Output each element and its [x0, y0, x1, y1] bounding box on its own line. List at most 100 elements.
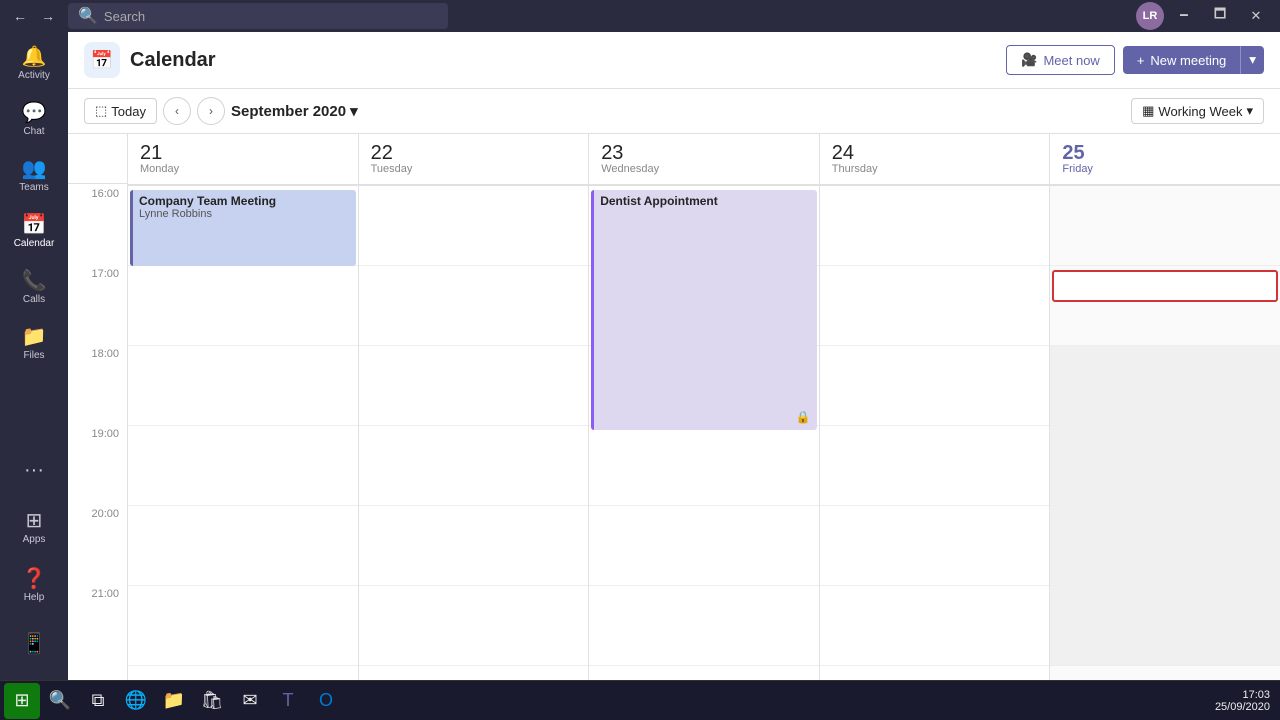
teams-icon: 👥 [22, 159, 47, 179]
taskbar: ⊞ 🔍 ⧉ 🌐 📁 🛍 ✉ T O 17:0325/09/2020 [0, 680, 1280, 720]
new-meeting-button[interactable]: + New meeting [1123, 46, 1240, 74]
day-col-wednesday[interactable]: Dentist Appointment 🔒 [589, 186, 820, 680]
sidebar-item-calendar-label: Calendar [14, 238, 55, 249]
current-time-indicator [1052, 270, 1278, 302]
today-button[interactable]: ⬚ Today [84, 98, 157, 124]
calendar-grid: 16:00 17:00 18:00 19:00 20:00 21:00 21 M… [68, 134, 1280, 680]
event-title: Dentist Appointment [600, 194, 811, 208]
taskbar-time: 17:0325/09/2020 [1209, 689, 1276, 713]
taskbar-store-button[interactable]: 🛍 [194, 683, 230, 719]
prev-week-button[interactable]: ‹ [163, 97, 191, 125]
time-slot-1800: 18:00 [68, 344, 127, 424]
back-button[interactable]: ← [8, 4, 32, 28]
today-label: Today [111, 104, 146, 119]
tuesday-row-1700 [359, 266, 589, 346]
view-mode-icon: ▦ [1142, 103, 1154, 119]
sidebar-item-teams[interactable]: 👥 Teams [6, 148, 62, 204]
thursday-row-1800 [820, 346, 1050, 426]
day-col-monday[interactable]: Company Team Meeting Lynne Robbins [128, 186, 359, 680]
title-bar-nav: ← → [8, 4, 60, 28]
thursday-row-1900 [820, 426, 1050, 506]
taskbar-mail-button[interactable]: ✉ [232, 683, 268, 719]
sidebar-item-chat[interactable]: 💬 Chat [6, 92, 62, 148]
taskbar-edge-button[interactable]: 🌐 [118, 683, 154, 719]
days-header: 21 Monday 22 Tuesday 23 Wednesday 24 Thu… [128, 134, 1280, 186]
sidebar-item-files[interactable]: 📁 Files [6, 316, 62, 372]
sidebar-item-teams-label: Teams [19, 182, 48, 193]
search-input[interactable] [104, 9, 438, 24]
sidebar-item-calls[interactable]: 📞 Calls [6, 260, 62, 316]
day-num-23: 23 [601, 143, 623, 163]
new-meeting-label: New meeting [1150, 53, 1226, 68]
taskbar-right: 17:0325/09/2020 [1209, 689, 1276, 713]
sidebar: 🔔 Activity 💬 Chat 👥 Teams 📅 Calendar 📞 C… [0, 32, 68, 680]
title-bar-right: LR 🗕 🗖 ✕ [1136, 2, 1272, 30]
event-company-team-meeting[interactable]: Company Team Meeting Lynne Robbins [130, 190, 356, 266]
view-mode-label: Working Week [1158, 104, 1242, 119]
day-col-friday[interactable] [1050, 186, 1280, 680]
sidebar-item-more[interactable]: ··· [6, 442, 62, 498]
wednesday-row-1900 [589, 426, 819, 506]
thursday-row-2100 [820, 586, 1050, 666]
calendar-nav-left: ⬚ Today ‹ › September 2020 ▾ [84, 97, 358, 125]
maximize-button[interactable]: 🗖 [1204, 4, 1236, 28]
sidebar-item-apps[interactable]: ⊞ Apps [6, 500, 62, 556]
month-label[interactable]: September 2020 ▾ [231, 102, 358, 120]
monday-row-1700 [128, 266, 358, 346]
title-bar: ← → 🔍 LR 🗕 🗖 ✕ [0, 0, 1280, 32]
calls-icon: 📞 [22, 271, 47, 291]
view-mode-button[interactable]: ▦ Working Week ▾ [1131, 98, 1264, 124]
day-header-thursday: 24 Thursday [820, 134, 1051, 184]
sidebar-item-help[interactable]: ❓ Help [6, 558, 62, 614]
sidebar-item-files-label: Files [23, 350, 44, 361]
thursday-row-2000 [820, 506, 1050, 586]
time-slot-1700: 17:00 [68, 264, 127, 344]
search-bar[interactable]: 🔍 [68, 3, 448, 29]
sidebar-item-activity-label: Activity [18, 70, 50, 81]
event-dentist-appointment[interactable]: Dentist Appointment 🔒 [591, 190, 817, 430]
lock-icon: 🔒 [796, 410, 811, 424]
day-name-thursday: Thursday [832, 163, 878, 175]
monday-row-2100 [128, 586, 358, 666]
close-button[interactable]: ✕ [1240, 4, 1272, 28]
sidebar-item-chat-label: Chat [23, 126, 44, 137]
taskbar-outlook-button[interactable]: O [308, 683, 344, 719]
day-num-24: 24 [832, 143, 854, 163]
apps-icon: ⊞ [26, 511, 43, 531]
title-bar-left: ← → 🔍 [8, 3, 448, 29]
taskbar-search-button[interactable]: 🔍 [42, 683, 78, 719]
time-slot-1600: 16:00 [68, 184, 127, 264]
avatar[interactable]: LR [1136, 2, 1164, 30]
wednesday-row-2100 [589, 586, 819, 666]
files-icon: 📁 [22, 327, 47, 347]
friday-row-2000 [1050, 506, 1280, 586]
calendar-header-left: 📅 Calendar [84, 42, 216, 78]
sidebar-item-mobile[interactable]: 📱 [6, 616, 62, 672]
page-title: Calendar [130, 49, 216, 72]
monday-row-1800 [128, 346, 358, 426]
new-meeting-arrow-button[interactable]: ▾ [1240, 46, 1264, 74]
mobile-icon: 📱 [22, 634, 47, 654]
main-content: 📅 Calendar 🎥 Meet now + New meeting ▾ [68, 32, 1280, 680]
forward-button[interactable]: → [36, 4, 60, 28]
app-body: 🔔 Activity 💬 Chat 👥 Teams 📅 Calendar 📞 C… [0, 32, 1280, 680]
sidebar-item-calendar[interactable]: 📅 Calendar [6, 204, 62, 260]
taskbar-files-button[interactable]: 📁 [156, 683, 192, 719]
monday-row-2000 [128, 506, 358, 586]
days-body: Company Team Meeting Lynne Robbins [128, 186, 1280, 680]
start-button[interactable]: ⊞ [4, 683, 40, 719]
taskbar-teams-button[interactable]: T [270, 683, 306, 719]
sidebar-item-activity[interactable]: 🔔 Activity [6, 36, 62, 92]
day-col-thursday[interactable] [820, 186, 1051, 680]
new-meeting-group: + New meeting ▾ [1123, 46, 1264, 74]
minimize-button[interactable]: 🗕 [1168, 4, 1200, 28]
taskbar-taskview-button[interactable]: ⧉ [80, 683, 116, 719]
day-name-wednesday: Wednesday [601, 163, 659, 175]
help-icon: ❓ [22, 569, 47, 589]
day-col-tuesday[interactable] [359, 186, 590, 680]
calendar-icon: 📅 [22, 215, 47, 235]
tuesday-row-1900 [359, 426, 589, 506]
meet-now-button[interactable]: 🎥 Meet now [1006, 45, 1115, 75]
next-week-button[interactable]: › [197, 97, 225, 125]
calendar-header: 📅 Calendar 🎥 Meet now + New meeting ▾ [68, 32, 1280, 89]
